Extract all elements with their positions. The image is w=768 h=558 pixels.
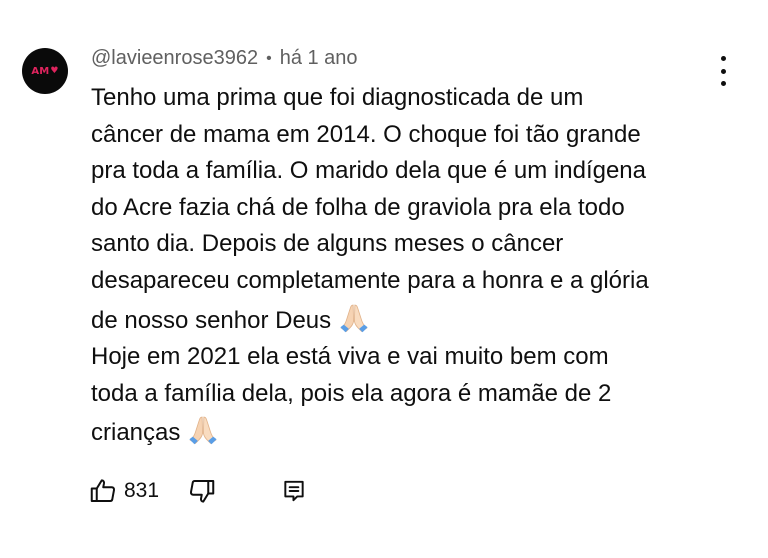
comment-line-with-emoji: de nosso senhor Deus <box>91 300 741 340</box>
comment-line: Tenho uma prima que foi diagnosticada de… <box>91 84 584 111</box>
reply-comment-icon <box>284 480 304 502</box>
comment-line-text: crianças <box>91 419 181 447</box>
avatar-logo: AM ♥ <box>31 66 58 77</box>
comment-thread: AM ♥ @lavieenrose3962 • há 1 ano Tenho u… <box>0 0 768 558</box>
timestamp[interactable]: há 1 ano <box>280 47 358 70</box>
heart-icon: ♥ <box>50 65 59 76</box>
thumb-down-icon <box>190 480 215 503</box>
folded-hands-emoji <box>189 417 217 445</box>
author-name[interactable]: @lavieenrose3962 <box>91 47 258 70</box>
like-count: 831 <box>124 479 160 502</box>
comment-line: desapareceu completamente para a honra e… <box>91 266 649 294</box>
reply-button[interactable] <box>281 478 307 504</box>
separator-dot: • <box>266 49 272 67</box>
avatar[interactable]: AM ♥ <box>22 48 68 94</box>
dislike-button[interactable] <box>187 476 217 506</box>
like-button[interactable]: 831 <box>88 476 159 506</box>
comment-line-with-emoji: crianças <box>91 412 741 452</box>
comment-line: pra toda a família. O marido dela que é … <box>91 157 646 185</box>
comment-line-text: de nosso senhor Deus <box>91 306 332 334</box>
thumb-up-icon <box>90 479 116 502</box>
folded-hands-emoji <box>340 304 368 332</box>
comment-line: santo dia. Depois de alguns meses o cânc… <box>91 230 564 258</box>
comment-header: @lavieenrose3962 • há 1 ano <box>91 47 358 70</box>
comment-actions: 831 <box>88 476 307 506</box>
comment-line: Hoje em 2021 ela está viva e vai muito b… <box>91 343 609 371</box>
comment-line: câncer de mama em 2014. O choque foi tão… <box>91 120 641 148</box>
avatar-initials: AM <box>31 65 50 77</box>
comment-text: Tenho uma prima que foi diagnosticada de… <box>91 80 741 452</box>
comment-line: do Acre fazia chá de folha de graviola p… <box>91 193 625 221</box>
comment-line: toda a família dela, pois ela agora é ma… <box>91 379 612 407</box>
